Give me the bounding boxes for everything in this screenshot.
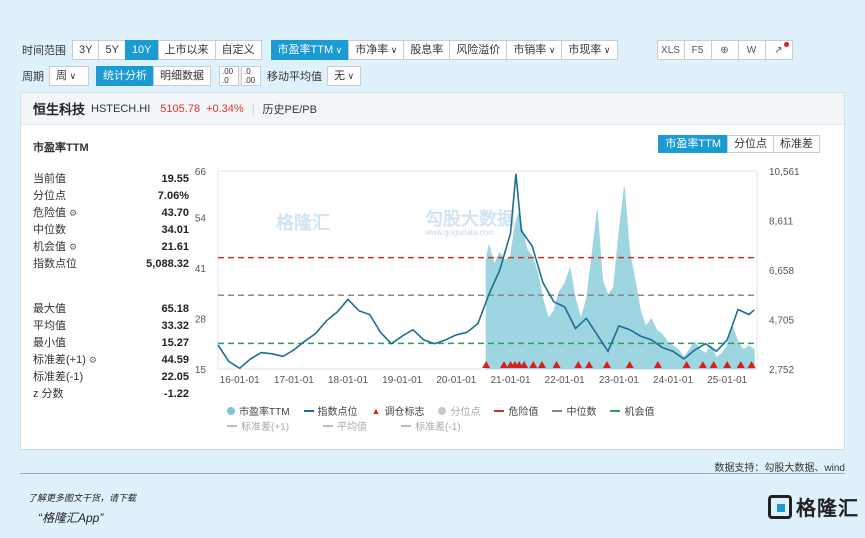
legend-item[interactable]: 标准差(+1): [227, 418, 289, 433]
y-left-tick: 15: [195, 365, 207, 376]
x-tick: 19-01-01: [382, 375, 422, 386]
view-tab[interactable]: 明细数据: [153, 66, 211, 86]
legend-label: 危险值: [508, 407, 539, 418]
period-label: 周期: [22, 71, 44, 83]
legend-dash-icon: [610, 409, 621, 412]
y-right-tick: 6,658: [769, 266, 794, 277]
legend-dash-icon: [494, 409, 505, 412]
metric-button[interactable]: 市盈率TTM: [270, 40, 350, 60]
legend-triangle-icon: ▲: [371, 405, 381, 416]
decimal-increase-icon[interactable]: .00.0: [219, 66, 239, 86]
brand-logo-icon: [768, 494, 792, 519]
legend-dash-icon: [227, 424, 237, 427]
ma-select[interactable]: 无: [327, 66, 361, 86]
ma-label: 移动平均值: [267, 71, 322, 83]
chart-legend: 市盈率TTM 指数点位 ▲ 调仓标志 分位点 危险值 中位数 机会值 标准差(+1) 平均值 标准…: [227, 403, 668, 433]
legend-label: 调仓标志: [384, 407, 425, 418]
range-button[interactable]: 上市以来: [157, 40, 216, 60]
share-icon[interactable]: ↗: [764, 40, 793, 60]
legend-row-1: 市盈率TTM 指数点位 ▲ 调仓标志 分位点 危险值 中位数 机会值: [227, 403, 668, 418]
decimal-decrease-icon[interactable]: .0.00: [241, 66, 261, 86]
view-tab[interactable]: 统计分析: [96, 66, 154, 86]
word-export-icon[interactable]: W: [737, 40, 766, 60]
toolbar-row-2: 周期 周 统计分析明细数据 .00.0 .0.00 移动平均值 无: [22, 66, 361, 86]
y-left-tick: 66: [195, 167, 207, 178]
period-select[interactable]: 周: [49, 66, 89, 86]
legend-dash-icon: [401, 424, 412, 427]
legend-item[interactable]: 机会值: [610, 403, 654, 418]
y-right-tick: 2,752: [769, 365, 794, 376]
range-button[interactable]: 自定义: [214, 40, 262, 60]
metric-button[interactable]: 市现率: [561, 40, 618, 60]
legend-item[interactable]: 平均值: [323, 418, 367, 433]
x-tick: 24-01-01: [653, 375, 693, 386]
legend-item[interactable]: ▲ 调仓标志: [371, 403, 425, 419]
chart-panel: 恒生科技 HSTECH.HI 5105.78 +0.34% | 历史PE/PB …: [20, 92, 845, 450]
refresh-icon[interactable]: F5: [683, 40, 712, 60]
y-right-tick: 10,561: [769, 167, 800, 178]
metric-button[interactable]: 股息率: [403, 40, 451, 60]
metric-button[interactable]: 风险溢价: [449, 40, 508, 60]
x-tick: 21-01-01: [491, 375, 531, 386]
promo-app-name: “格隆汇App”: [38, 511, 104, 525]
legend-label: 标准差(-1): [415, 422, 461, 433]
toolbar-row-1: 时间范围 3Y5Y10Y上市以来自定义 市盈率TTM市净率股息率风险溢价市销率市…: [22, 40, 793, 60]
excel-export-icon[interactable]: XLS: [656, 40, 685, 60]
range-button[interactable]: 10Y: [124, 40, 159, 60]
legend-row-2: 标准差(+1) 平均值 标准差(-1): [227, 418, 668, 433]
legend-label: 分位点: [450, 407, 481, 418]
add-icon[interactable]: ⊕: [710, 40, 739, 60]
x-tick: 18-01-01: [328, 375, 368, 386]
toolbar-icons: XLS F5 ⊕ W ↗: [656, 40, 793, 60]
legend-dot-icon: [227, 406, 235, 415]
footer-divider: [20, 473, 845, 474]
brand-name: 格隆汇: [796, 498, 859, 520]
legend-item[interactable]: 标准差(-1): [401, 418, 461, 433]
legend-label: 中位数: [566, 407, 597, 418]
y-right-tick: 8,611: [769, 216, 794, 227]
time-range-label: 时间范围: [22, 45, 66, 57]
brand-logo: 格隆汇: [768, 492, 859, 521]
range-button[interactable]: 5Y: [98, 40, 126, 60]
legend-label: 平均值: [337, 422, 368, 433]
range-buttons: 3Y 5Y 10Y 上市以来 自定义: [72, 40, 262, 60]
data-source-note: 数据支持：勾股大数据、wind: [714, 463, 845, 474]
y-left-tick: 28: [195, 315, 207, 326]
promo-text: 了解更多图文干货，请下载: [28, 493, 137, 503]
pe-chart: 66 54 41 28 15 10,561 8,611 6,658 4,705 2,752 16-0…: [195, 167, 800, 386]
legend-item[interactable]: 指数点位: [303, 403, 358, 418]
range-button[interactable]: 3Y: [72, 40, 100, 60]
legend-item[interactable]: 分位点: [438, 403, 480, 418]
notification-dot: [783, 42, 789, 47]
x-tick: 23-01-01: [599, 375, 639, 386]
legend-item[interactable]: 市盈率TTM: [227, 403, 290, 418]
pe-area-series: [485, 186, 755, 370]
legend-label: 市盈率TTM: [239, 407, 290, 418]
legend-label: 机会值: [624, 407, 655, 418]
x-tick: 20-01-01: [436, 375, 476, 386]
legend-item[interactable]: 中位数: [552, 403, 596, 418]
legend-dot-icon: [438, 406, 447, 415]
legend-item[interactable]: 危险值: [494, 403, 538, 418]
x-tick: 17-01-01: [274, 375, 314, 386]
metric-buttons: 市盈率TTM市净率股息率风险溢价市销率市现率: [270, 40, 618, 60]
view-tabs: 统计分析 明细数据: [96, 66, 211, 86]
metric-button[interactable]: 市销率: [506, 40, 563, 60]
x-tick: 22-01-01: [545, 375, 585, 386]
legend-label: 标准差(+1): [241, 422, 290, 433]
y-left-tick: 54: [195, 214, 207, 225]
legend-dash-icon: [552, 409, 563, 412]
y-left-tick: 41: [195, 264, 207, 275]
x-tick: 25-01-01: [707, 375, 747, 386]
legend-label: 指数点位: [317, 407, 358, 418]
legend-line-icon: [303, 409, 314, 412]
x-tick: 16-01-01: [220, 375, 260, 386]
y-right-tick: 4,705: [769, 315, 794, 326]
legend-dash-icon: [323, 424, 334, 427]
metric-button[interactable]: 市净率: [348, 40, 405, 60]
